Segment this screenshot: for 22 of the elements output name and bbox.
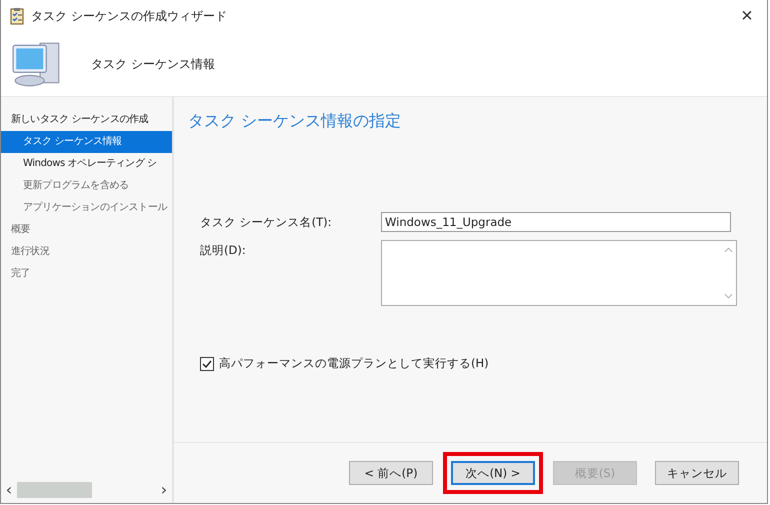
page-header-title: タスク シーケンス情報 bbox=[91, 56, 215, 72]
scroll-right-button[interactable]: › bbox=[156, 482, 172, 498]
nav-step[interactable]: Windows オペレーティング シ bbox=[1, 153, 157, 175]
window-title: タスク シーケンスの作成ウィザード bbox=[31, 8, 228, 24]
close-button[interactable]: × bbox=[727, 1, 767, 31]
checkbox[interactable] bbox=[200, 356, 214, 370]
field-label: 説明(D): bbox=[200, 242, 247, 258]
field-label: タスク シーケンス名(T): bbox=[200, 214, 333, 230]
scroll-down-icon[interactable] bbox=[724, 293, 732, 299]
scroll-up-icon[interactable] bbox=[724, 247, 732, 253]
wizard-button[interactable]: 次へ(N) > bbox=[451, 461, 535, 485]
high-performance-checkbox[interactable]: 高パフォーマンスの電源プランとして実行する(H) bbox=[200, 356, 489, 371]
nav-step[interactable]: タスク シーケンス情報 bbox=[1, 131, 172, 153]
clipboard-icon bbox=[9, 7, 25, 25]
name-input-field[interactable]: Windows_11_Upgrade bbox=[381, 212, 731, 232]
wizard-button[interactable]: キャンセル bbox=[655, 461, 739, 485]
wizard-button[interactable]: < 前へ(P) bbox=[349, 461, 433, 485]
description-input-field[interactable] bbox=[381, 240, 737, 306]
scroll-left-button[interactable]: ‹ bbox=[1, 482, 17, 498]
scrollbar-thumb[interactable] bbox=[17, 482, 92, 498]
nav-step[interactable]: 新しいタスク シーケンスの作成 bbox=[1, 109, 148, 131]
page-heading: タスク シーケンス情報の指定 bbox=[188, 111, 402, 132]
